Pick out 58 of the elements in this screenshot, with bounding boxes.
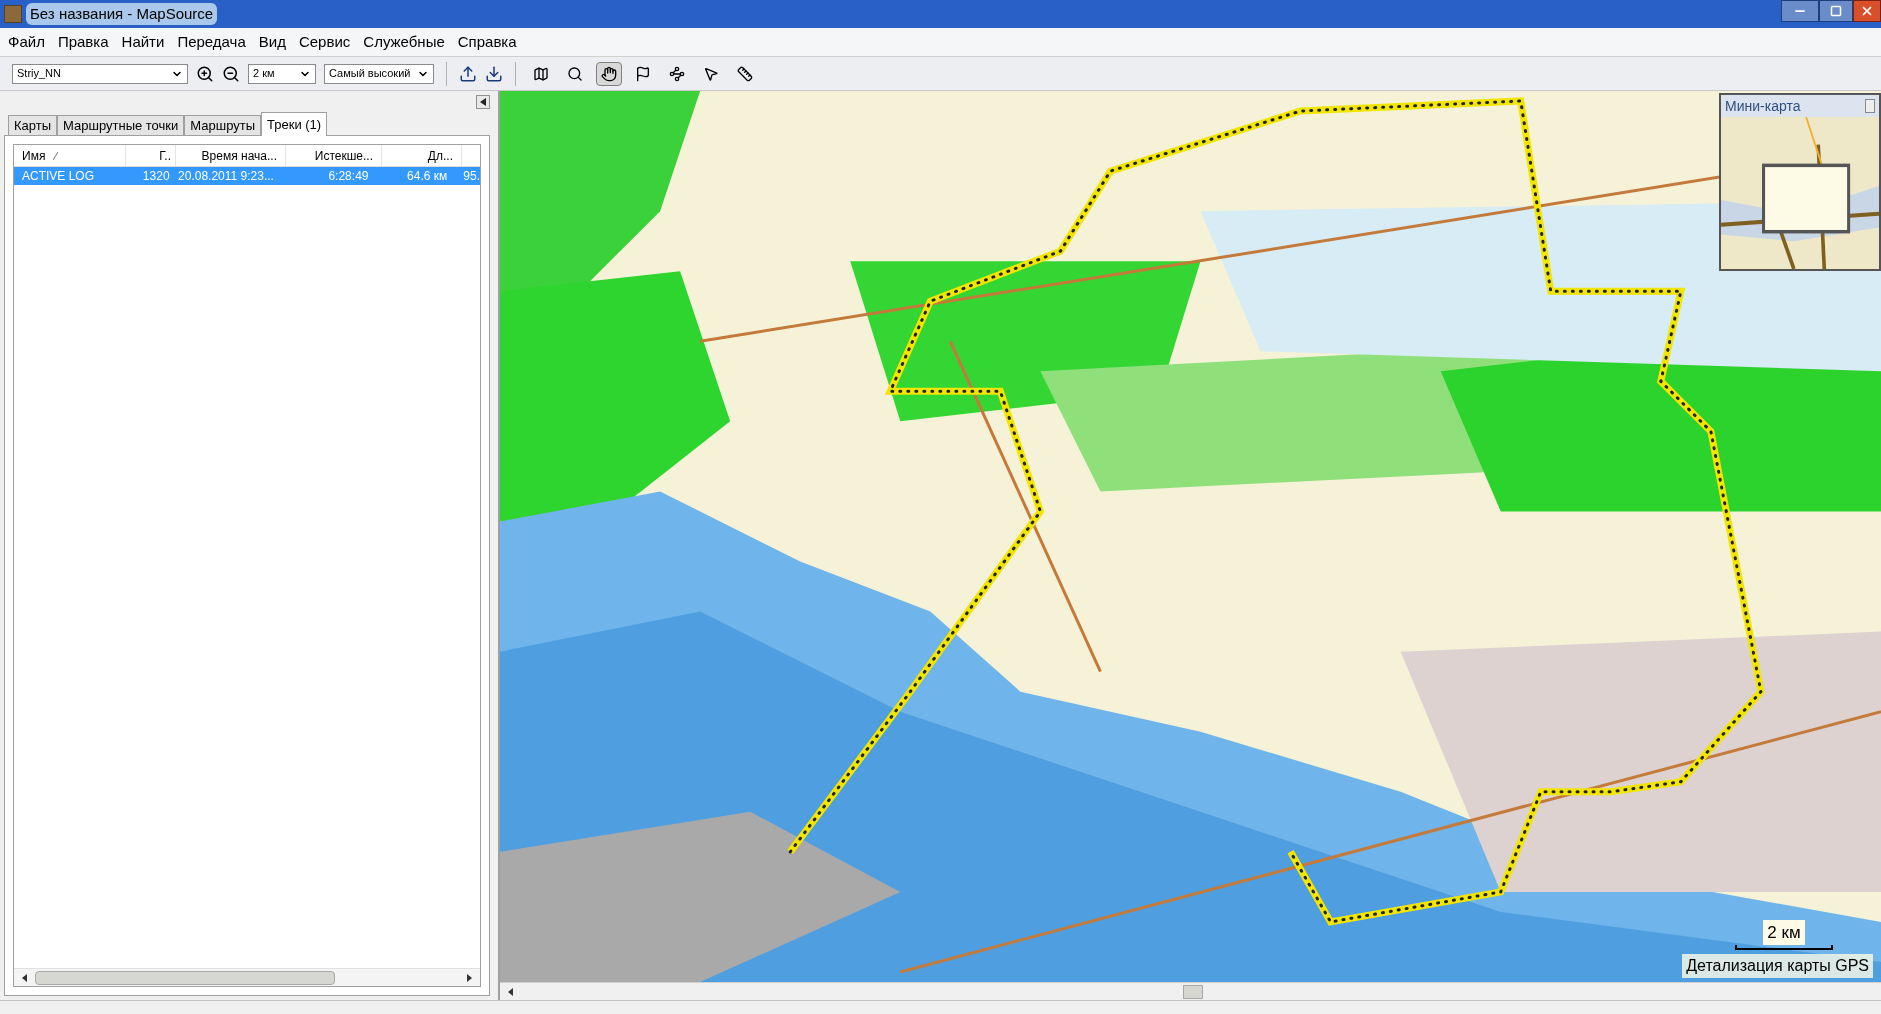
map-scrollbar[interactable]: [500, 982, 1881, 1000]
app-icon: [4, 5, 22, 23]
scrollbar-thumb[interactable]: [1183, 984, 1203, 999]
maximize-button[interactable]: [1819, 0, 1853, 22]
horizontal-scrollbar[interactable]: [14, 968, 480, 986]
left-arrow-icon: [22, 973, 27, 982]
table-cell-text: 95.: [462, 168, 480, 185]
magnifier-icon: [567, 65, 583, 82]
upload-icon: [459, 64, 477, 83]
menu-item[interactable]: Правка: [57, 30, 109, 54]
close-button[interactable]: [1853, 0, 1881, 22]
tab[interactable]: Карты: [8, 115, 58, 135]
window-title: Без названия - MapSource: [26, 2, 218, 26]
detail-dropdown[interactable]: Самый высокий: [324, 63, 434, 84]
close-icon: [1860, 4, 1874, 18]
maximize-icon: [1830, 5, 1842, 17]
table-cell-text: 20.08.2011 9:23...: [177, 168, 275, 185]
right-arrow-icon: [467, 973, 472, 982]
ruler-icon: [737, 65, 753, 82]
menu-item[interactable]: Файл: [8, 30, 45, 54]
tab[interactable]: Треки (1): [261, 112, 328, 136]
send-to-device-button[interactable]: [459, 64, 477, 83]
zoom-in-button[interactable]: [196, 64, 214, 83]
left-arrow-icon: [508, 987, 513, 996]
table-cell-text: ACTIVE LOG: [21, 168, 96, 185]
menu-item[interactable]: Передача: [177, 30, 246, 54]
route-icon: [669, 65, 685, 82]
receive-from-device-button[interactable]: [485, 64, 503, 83]
hand-tool-button[interactable]: [596, 61, 622, 86]
pointer-icon: [703, 65, 719, 82]
menu-item[interactable]: Служебные: [363, 30, 445, 54]
zoom-out-button[interactable]: [222, 64, 240, 83]
table-cell-text: 6:28:49: [327, 168, 370, 185]
table-cell-text: 64.6 км: [406, 168, 449, 185]
collapse-panel-button[interactable]: [476, 95, 490, 109]
scrollbar-thumb[interactable]: [35, 970, 335, 985]
map-icon: [533, 65, 549, 82]
minimize-button[interactable]: [1781, 0, 1819, 22]
column-header[interactable]: Дл...: [382, 145, 462, 166]
left-arrow-icon: [480, 98, 486, 106]
download-icon: [485, 64, 503, 83]
tab[interactable]: Маршруты: [184, 115, 262, 135]
flag-icon: [635, 65, 651, 82]
zoom-out-icon: [222, 64, 240, 83]
column-header[interactable]: Имя: [14, 145, 126, 166]
menu-item[interactable]: Сервис: [298, 30, 351, 54]
column-header[interactable]: Истекше...: [286, 145, 382, 166]
tab[interactable]: Маршрутные точки: [57, 115, 185, 135]
zoom-dropdown[interactable]: 2 км: [248, 63, 316, 84]
map-product-dropdown[interactable]: Striy_NN: [12, 63, 188, 84]
column-header[interactable]: Г..: [126, 145, 176, 166]
menu-item[interactable]: Найти: [121, 30, 165, 54]
table-cell-text: 1320: [141, 168, 171, 185]
hand-icon: [601, 65, 617, 82]
menu-item[interactable]: Справка: [457, 30, 517, 54]
zoom-in-icon: [196, 64, 214, 83]
column-header[interactable]: Время нача...: [176, 145, 286, 166]
menu-item[interactable]: Вид: [258, 30, 286, 54]
